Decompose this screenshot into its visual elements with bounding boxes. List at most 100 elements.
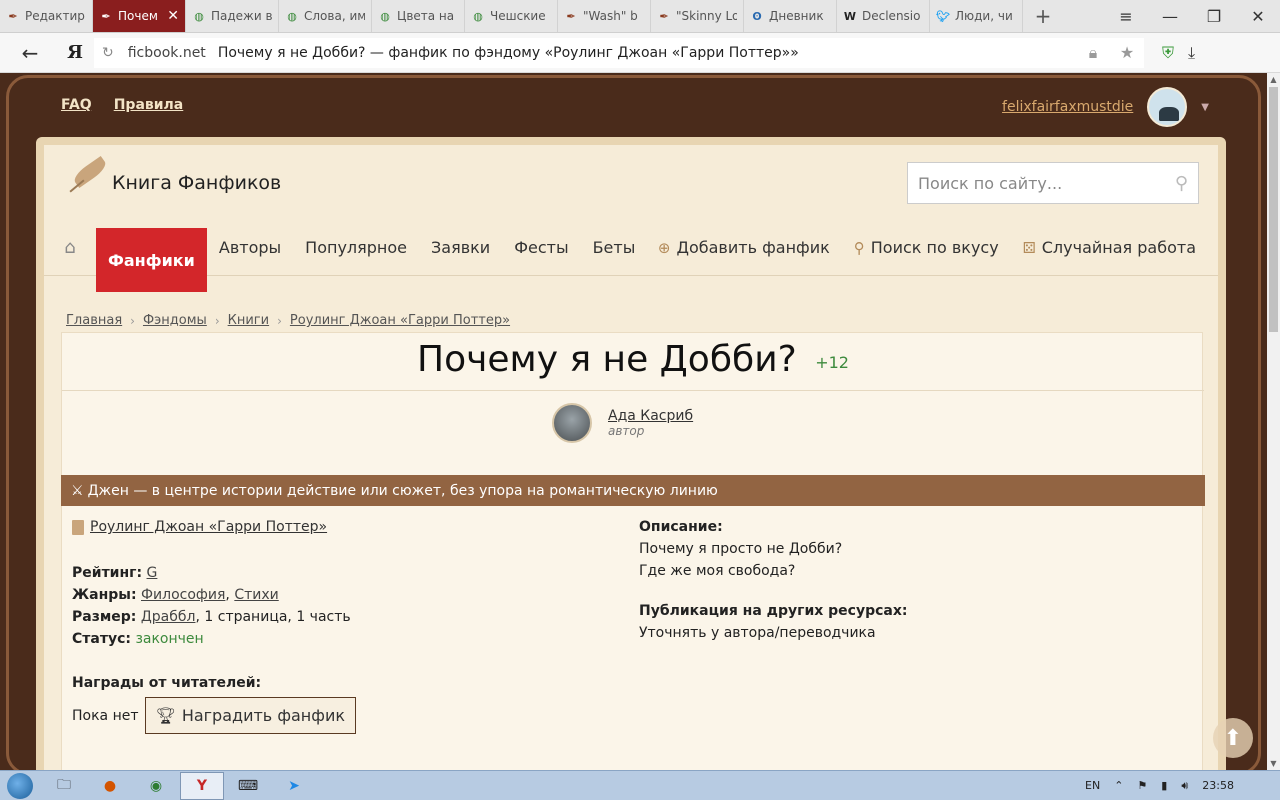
nav-popular[interactable]: Популярное: [293, 220, 419, 276]
system-tray: EN ⌃ ⚑ ▮ 🔊︎ 23:58: [1085, 779, 1280, 793]
award-fanfic-button[interactable]: 🏆︎ Наградить фанфик: [144, 697, 356, 734]
tab-label: "Wash" b: [583, 9, 638, 23]
keyboard-icon: ⌨: [237, 777, 259, 794]
vertical-scrollbar[interactable]: ▲ ▼: [1267, 73, 1280, 770]
search-by-taste-link[interactable]: ⚲ Поиск по вкусу: [854, 238, 999, 257]
telegram-icon: ➤: [288, 777, 300, 794]
taskbar-telegram[interactable]: ➤: [272, 772, 316, 800]
browser-tab[interactable]: ◍ Падежи в: [186, 0, 279, 32]
language-indicator[interactable]: EN: [1085, 779, 1100, 792]
tab-label: Слова, им: [304, 9, 365, 23]
nav-fanfics[interactable]: Фанфики: [96, 228, 207, 292]
close-window-button[interactable]: ✕: [1236, 7, 1280, 26]
scroll-down-arrow[interactable]: ▼: [1267, 759, 1280, 768]
taskbar-keyboard[interactable]: ⌨: [226, 772, 270, 800]
minimize-button[interactable]: —: [1148, 7, 1192, 26]
award-button-label: Наградить фанфик: [181, 706, 345, 725]
taskbar-yandex-browser[interactable]: Y: [180, 771, 224, 800]
breadcrumb-home[interactable]: Главная: [66, 313, 122, 328]
protect-shield-icon[interactable]: ⛨: [1162, 43, 1174, 63]
browser-tab[interactable]: ◍ Цвета на: [372, 0, 465, 32]
volume-icon[interactable]: 🔊︎: [1181, 779, 1188, 793]
faq-link[interactable]: FAQ: [61, 97, 92, 113]
taskbar-firefox[interactable]: ●: [88, 772, 132, 800]
browser-tab[interactable]: ✒ Редактир: [0, 0, 93, 32]
taskbar-explorer[interactable]: 🗀: [42, 772, 86, 800]
clock[interactable]: 23:58: [1202, 779, 1234, 792]
browser-tab[interactable]: 🐦︎ Люди, чи: [930, 0, 1023, 32]
rules-link[interactable]: Правила: [114, 97, 184, 113]
genre-philosophy[interactable]: Философия: [141, 587, 225, 603]
flag-icon[interactable]: ⚑: [1137, 779, 1147, 792]
nav-authors[interactable]: Авторы: [207, 220, 293, 276]
add-fanfic-label: Добавить фанфик: [676, 238, 830, 257]
fic-info: Роулинг Джоан «Гарри Поттер» Рейтинг: G …: [72, 519, 612, 734]
browser-tab[interactable]: ʘ Дневник: [744, 0, 837, 32]
chevron-up-icon[interactable]: ⌃: [1114, 779, 1123, 792]
tab-label: Declensio: [862, 9, 921, 23]
scrollbar-thumb[interactable]: [1269, 87, 1278, 332]
author-role: автор: [608, 424, 645, 438]
author-link[interactable]: Ада Касриб: [608, 408, 693, 424]
trophy-icon: 🏆︎: [155, 706, 176, 725]
lock-icon[interactable]: 🔒︎: [1076, 43, 1110, 63]
rating-value[interactable]: G: [147, 565, 158, 581]
genre-poems[interactable]: Стихи: [234, 587, 278, 603]
chevron-right-icon: ›: [277, 313, 282, 328]
chrome-icon: ◉: [149, 777, 163, 794]
browser-tab[interactable]: ✒ "Wash" b: [558, 0, 651, 32]
fandom-link[interactable]: Роулинг Джоан «Гарри Поттер»: [90, 519, 327, 535]
menu-icon[interactable]: ≡: [1104, 7, 1148, 26]
direction-banner: ⚔ Джен — в центре истории действие или с…: [61, 475, 1205, 506]
url-field[interactable]: ↻ ficbook.net Почему я не Добби? — фанфи…: [94, 37, 1144, 68]
close-tab-icon[interactable]: ✕: [167, 8, 179, 24]
network-icon[interactable]: ▮: [1161, 779, 1167, 792]
home-icon[interactable]: ⌂: [44, 237, 96, 258]
username-link[interactable]: felixfairfaxmustdie: [1002, 99, 1133, 115]
add-fanfic-link[interactable]: ⊕ Добавить фанфик: [658, 238, 830, 257]
browser-tab[interactable]: ◍ Чешские: [465, 0, 558, 32]
yandex-logo[interactable]: Я: [60, 42, 90, 63]
rating-row: Рейтинг: G: [72, 565, 612, 581]
window-controls: ≡ — ❐ ✕: [1104, 0, 1280, 32]
restore-button[interactable]: ❐: [1192, 7, 1236, 26]
author-avatar[interactable]: [552, 403, 592, 443]
size-value[interactable]: Драббл: [141, 609, 196, 625]
random-work-link[interactable]: ⚄ Случайная работа: [1023, 238, 1196, 257]
new-tab-button[interactable]: +: [1023, 0, 1063, 32]
likes-count[interactable]: +12: [815, 353, 849, 372]
start-button[interactable]: [0, 771, 40, 800]
bookmark-star-icon[interactable]: ★: [1110, 43, 1144, 62]
nav-fests[interactable]: Фесты: [502, 220, 580, 276]
search-input[interactable]: [918, 173, 1175, 193]
search-by-taste-label: Поиск по вкусу: [870, 238, 999, 257]
downloads-icon[interactable]: ⤓: [1188, 43, 1195, 63]
status-label: Статус:: [72, 631, 131, 647]
scroll-up-arrow[interactable]: ▲: [1267, 75, 1280, 84]
back-button[interactable]: ←: [0, 41, 60, 65]
user-avatar[interactable]: [1147, 87, 1188, 127]
site-logo[interactable]: Книга Фанфиков: [66, 163, 281, 203]
breadcrumb-fandoms[interactable]: Фэндомы: [143, 313, 207, 328]
search-icon[interactable]: ⚲: [1175, 173, 1188, 194]
browser-tab[interactable]: W Declensio: [837, 0, 930, 32]
scroll-to-top-button[interactable]: ⬆: [1213, 718, 1253, 758]
chevron-down-icon[interactable]: ▼: [1201, 102, 1209, 113]
windows-taskbar: 🗀 ● ◉ Y ⌨ ➤ EN ⌃ ⚑ ▮ 🔊︎ 23:58: [0, 770, 1280, 800]
awards-label: Награды от читателей:: [72, 675, 612, 691]
reload-icon[interactable]: ↻: [102, 45, 114, 61]
nav-requests[interactable]: Заявки: [419, 220, 502, 276]
publication-value: Уточнять у автора/переводчика: [639, 625, 876, 641]
browser-tab[interactable]: ✒ Почем ✕: [93, 0, 186, 32]
browser-tab[interactable]: ✒ "Skinny Lo: [651, 0, 744, 32]
book-icon: [72, 519, 84, 535]
browser-tab[interactable]: ◍ Слова, им: [279, 0, 372, 32]
user-menu[interactable]: felixfairfaxmustdie ▼: [1002, 87, 1209, 127]
twitter-icon: 🐦︎: [936, 9, 950, 23]
nav-betas[interactable]: Беты: [581, 220, 648, 276]
chevron-right-icon: ›: [130, 313, 135, 328]
breadcrumb-fandom[interactable]: Роулинг Джоан «Гарри Поттер»: [290, 313, 510, 328]
taskbar-chrome[interactable]: ◉: [134, 772, 178, 800]
yandex-browser-icon: Y: [196, 777, 208, 794]
breadcrumb-books[interactable]: Книги: [228, 313, 269, 328]
